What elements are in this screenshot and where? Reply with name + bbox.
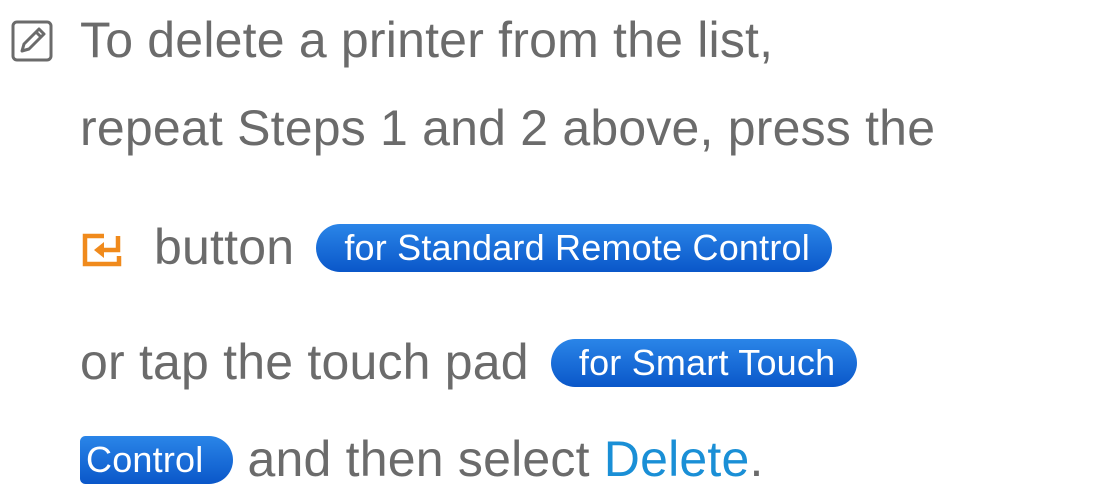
note-icon bbox=[11, 20, 53, 62]
note-text-line-1: To delete a printer from the list, bbox=[80, 12, 774, 68]
sentence-end: . bbox=[749, 431, 764, 487]
note-text-line-4: or tap the touch pad bbox=[80, 334, 529, 390]
note-line-5: Control and then select Delete. bbox=[80, 419, 764, 499]
note-block: To delete a printer from the list, repea… bbox=[0, 0, 1105, 487]
note-line-4: or tap the touch pad for Smart Touch bbox=[80, 322, 858, 402]
delete-keyword: Delete bbox=[603, 431, 750, 487]
note-text-line-5: and then select bbox=[247, 431, 590, 487]
enter-icon bbox=[82, 233, 122, 267]
smart-touch-badge-continued: Control bbox=[80, 436, 234, 484]
note-line-1: To delete a printer from the list, bbox=[80, 0, 773, 80]
note-line-3: button for Standard Remote Control bbox=[80, 207, 832, 287]
smart-touch-badge: for Smart Touch bbox=[550, 339, 858, 387]
note-line-2: repeat Steps 1 and 2 above, press the bbox=[80, 88, 935, 168]
standard-remote-badge: for Standard Remote Control bbox=[316, 224, 832, 272]
button-word: button bbox=[154, 219, 295, 275]
note-text-line-2: repeat Steps 1 and 2 above, press the bbox=[80, 100, 936, 156]
